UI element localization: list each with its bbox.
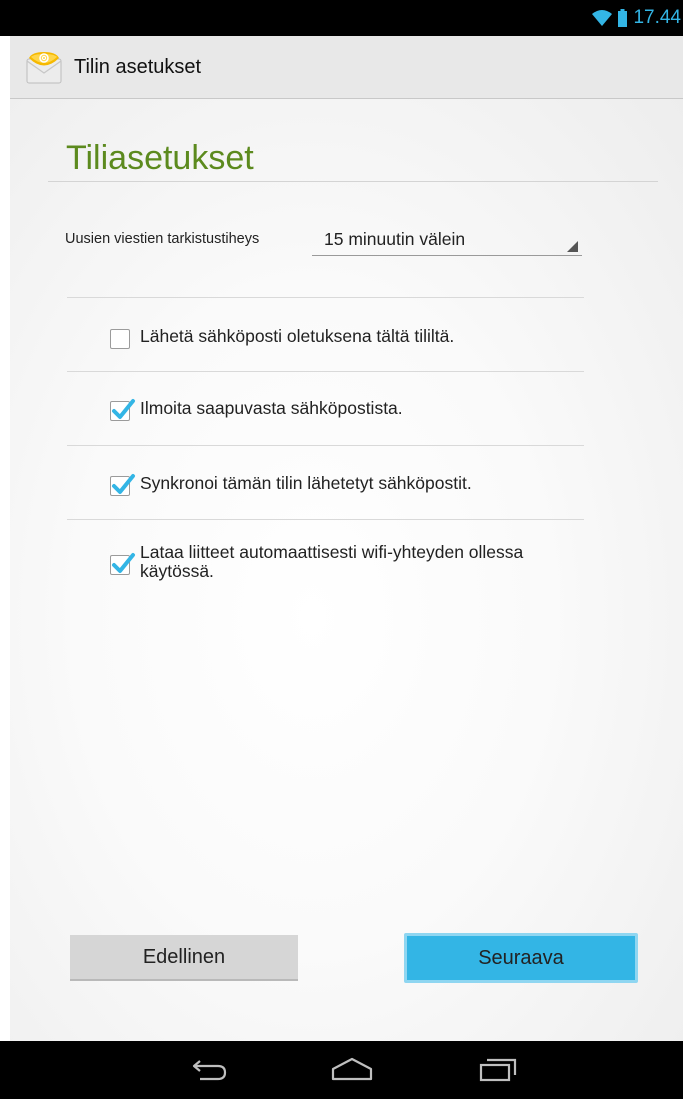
next-button[interactable]: Seuraava	[404, 933, 638, 983]
check-icon	[112, 399, 135, 419]
email-app-icon[interactable]	[26, 49, 62, 85]
wifi-icon	[592, 9, 613, 27]
previous-button[interactable]: Edellinen	[70, 935, 298, 981]
checkbox-checked[interactable]	[110, 474, 135, 496]
checkbox-checked[interactable]	[110, 399, 135, 421]
status-time: 17.44	[633, 7, 681, 28]
check-icon	[112, 553, 135, 573]
section-divider	[48, 181, 658, 182]
checkbox-unchecked[interactable]	[110, 329, 130, 349]
check-frequency-spinner[interactable]: 15 minuutin välein	[312, 220, 582, 256]
action-bar: Tilin asetukset	[10, 36, 683, 99]
option-label: Synkronoi tämän tilin lähetetyt sähköpos…	[140, 473, 472, 493]
section-title: Tiliasetukset	[66, 139, 254, 177]
divider	[67, 445, 584, 446]
option-label: Lähetä sähköposti oletuksena tältä tilil…	[140, 326, 455, 346]
spinner-arrow-icon	[567, 241, 578, 252]
check-frequency-value: 15 minuutin välein	[324, 229, 466, 249]
recent-apps-icon[interactable]	[478, 1055, 518, 1089]
home-icon[interactable]	[330, 1055, 374, 1089]
option-send-default[interactable]: Lähetä sähköposti oletuksena tältä tilil…	[110, 327, 590, 349]
status-bar: 17.44	[0, 0, 683, 36]
check-frequency-label: Uusien viestien tarkistustiheys	[65, 231, 260, 247]
divider	[67, 371, 584, 372]
navigation-bar	[0, 1041, 683, 1099]
option-sync-sent[interactable]: Synkronoi tämän tilin lähetetyt sähköpos…	[110, 474, 590, 496]
option-label: Lataa liitteet automaattisesti wifi-yhte…	[140, 542, 524, 581]
back-icon[interactable]	[190, 1055, 230, 1089]
app-title: Tilin asetukset	[74, 55, 202, 78]
battery-icon	[618, 9, 628, 27]
option-download-attachments[interactable]: Lataa liitteet automaattisesti wifi-yhte…	[110, 543, 590, 581]
option-notify[interactable]: Ilmoita saapuvasta sähköpostista.	[110, 399, 590, 421]
checkbox-checked[interactable]	[110, 553, 135, 575]
option-label: Ilmoita saapuvasta sähköpostista.	[140, 398, 403, 418]
divider	[67, 519, 584, 520]
check-icon	[112, 474, 135, 494]
account-settings-panel: Tiliasetukset Uusien viestien tarkistust…	[10, 99, 683, 1041]
divider	[67, 297, 584, 298]
